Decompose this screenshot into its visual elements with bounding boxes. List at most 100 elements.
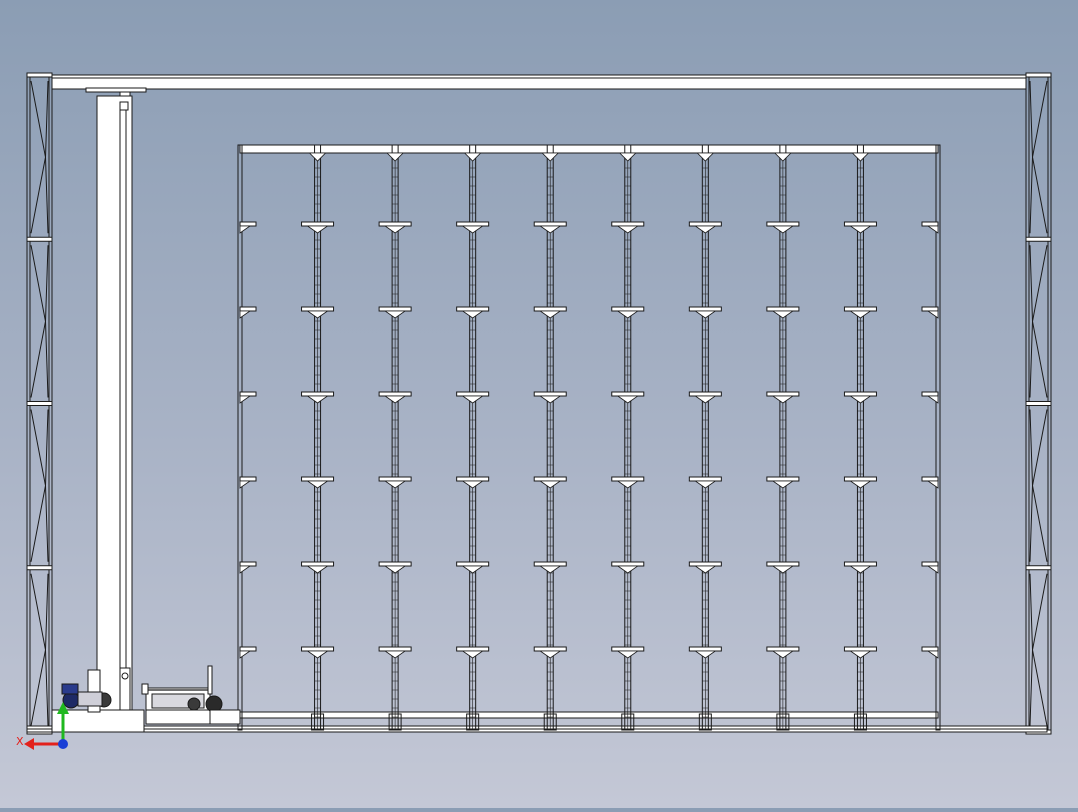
arm-gusset <box>616 650 640 659</box>
cad-viewport[interactable]: X <box>0 0 1078 808</box>
arm-gusset <box>926 565 939 574</box>
crane-mast-cap <box>119 101 129 111</box>
cantilever-arm <box>456 221 490 234</box>
cantilever-arm <box>688 221 722 234</box>
arm-plate <box>611 306 645 312</box>
end-frame-brace <box>1031 80 1048 234</box>
cantilever-arm <box>843 476 877 489</box>
cantilever-arm <box>843 391 877 404</box>
arm-plate <box>533 221 567 227</box>
end-frame-crossbar <box>26 565 53 571</box>
cantilever-arm <box>378 391 412 404</box>
arm-gusset <box>306 480 329 489</box>
arm-plate <box>378 391 412 397</box>
arm-gusset <box>616 565 640 574</box>
cantilever-arm <box>456 561 490 574</box>
arm-gusset <box>849 480 872 489</box>
arm-plate <box>843 221 877 227</box>
arm-gusset <box>849 650 872 659</box>
cantilever-arm <box>611 221 645 234</box>
end-frame-brace <box>1031 409 1048 562</box>
cantilever-arm <box>301 221 335 234</box>
arm-gusset <box>239 565 252 574</box>
crane-motor-housing <box>77 691 103 707</box>
arm-gusset <box>771 565 795 574</box>
cantilever-arm <box>766 646 800 659</box>
top-guide-beam <box>51 74 1027 90</box>
upright-top-gusset <box>773 152 792 162</box>
arm-plate <box>456 306 490 312</box>
arm-plate <box>766 306 800 312</box>
arm-plate <box>301 391 335 397</box>
cantilever-arm <box>921 476 939 489</box>
storage-rack <box>237 144 941 731</box>
cantilever-arm <box>378 306 412 319</box>
cantilever-arm <box>843 306 877 319</box>
arm-gusset <box>538 480 562 489</box>
cantilever-arm <box>766 221 800 234</box>
arm-plate <box>921 561 939 567</box>
arm-plate <box>301 221 335 227</box>
cantilever-arm <box>301 476 335 489</box>
end-frame-brace <box>30 245 47 398</box>
cantilever-arm <box>239 476 257 489</box>
arm-plate <box>766 476 800 482</box>
drive-post <box>207 665 213 695</box>
cantilever-arm <box>533 561 567 574</box>
arm-plate <box>688 476 722 482</box>
arm-plate <box>239 306 257 312</box>
arm-gusset <box>616 395 640 404</box>
axis-x-arrowhead <box>24 738 34 750</box>
arm-gusset <box>616 310 640 319</box>
arm-plate <box>766 391 800 397</box>
end-frame-brace <box>44 409 49 562</box>
cantilever-arm <box>921 221 939 234</box>
cantilever-arm <box>378 646 412 659</box>
top-beam-body <box>51 74 1027 90</box>
drive-base <box>145 709 211 725</box>
end-frame-crossbar <box>26 401 53 406</box>
arm-gusset <box>383 310 407 319</box>
arm-gusset <box>694 225 717 234</box>
arm-gusset <box>306 225 329 234</box>
upright-top-gusset <box>696 152 715 162</box>
cantilever-arm <box>239 561 257 574</box>
arm-plate <box>843 306 877 312</box>
cantilever-arm <box>611 561 645 574</box>
arm-gusset <box>306 565 329 574</box>
arm-gusset <box>926 310 939 319</box>
arm-plate <box>301 306 335 312</box>
arm-plate <box>533 476 567 482</box>
arm-gusset <box>771 310 795 319</box>
arm-plate <box>921 391 939 397</box>
arm-plate <box>921 476 939 482</box>
arm-gusset <box>926 225 939 234</box>
rack-bottom-tie <box>239 711 939 719</box>
cantilever-arm <box>843 221 877 234</box>
cantilever-arm <box>533 221 567 234</box>
arm-gusset <box>383 225 407 234</box>
arm-plate <box>688 306 722 312</box>
arm-gusset <box>849 310 872 319</box>
arm-plate <box>611 221 645 227</box>
end-frame-crossbar <box>26 236 53 242</box>
crane-motor-terminal <box>61 683 79 695</box>
arm-plate <box>456 221 490 227</box>
arm-gusset <box>461 650 484 659</box>
arm-gusset <box>616 480 640 489</box>
end-frame-crossbar <box>1025 236 1052 242</box>
end-frame-crossbar <box>26 72 53 78</box>
cantilever-arm <box>239 391 257 404</box>
cantilever-arm <box>533 476 567 489</box>
end-frame-brace <box>44 80 49 234</box>
cantilever-arm <box>301 391 335 404</box>
arm-plate <box>239 561 257 567</box>
cantilever-arm <box>611 646 645 659</box>
cantilever-arm <box>688 391 722 404</box>
cantilever-arm <box>301 561 335 574</box>
arm-plate <box>239 391 257 397</box>
arm-plate <box>611 391 645 397</box>
cantilever-arm <box>378 476 412 489</box>
arm-plate <box>533 391 567 397</box>
arm-plate <box>378 476 412 482</box>
